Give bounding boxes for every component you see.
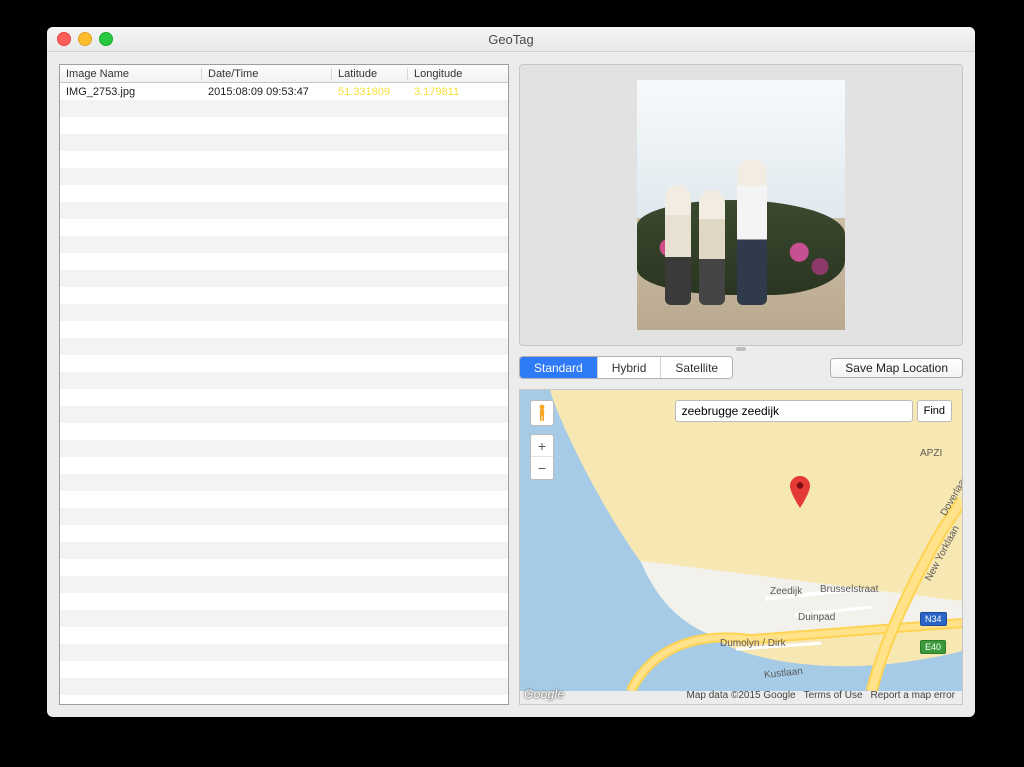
map-footer: Map data ©2015 Google Terms of Use Repor… xyxy=(683,689,958,702)
table-row[interactable] xyxy=(60,474,508,491)
table-row[interactable] xyxy=(60,559,508,576)
table-row[interactable] xyxy=(60,236,508,253)
map-search-input[interactable] xyxy=(675,400,913,422)
table-header[interactable]: Image Name Date/Time Latitude Longitude xyxy=(60,65,508,83)
zoom-icon[interactable] xyxy=(99,32,113,46)
pegman-icon[interactable] xyxy=(530,400,554,426)
table-row[interactable] xyxy=(60,627,508,644)
cell-longitude: 3.179811 xyxy=(408,86,508,98)
col-longitude[interactable]: Longitude xyxy=(408,68,508,80)
table-row[interactable] xyxy=(60,287,508,304)
table-row[interactable] xyxy=(60,678,508,695)
right-pane: Standard Hybrid Satellite Save Map Locat… xyxy=(519,64,963,705)
table-row[interactable] xyxy=(60,100,508,117)
table-row[interactable] xyxy=(60,661,508,678)
map-provider-logo: Google xyxy=(524,687,565,701)
preview-photo xyxy=(637,80,845,330)
table-row[interactable] xyxy=(60,151,508,168)
map-terms-link[interactable]: Terms of Use xyxy=(804,690,863,701)
table-row[interactable] xyxy=(60,610,508,627)
close-icon[interactable] xyxy=(57,32,71,46)
table-body[interactable]: IMG_2753.jpg2015:08:09 09:53:4751.331809… xyxy=(60,83,508,704)
col-image-name[interactable]: Image Name xyxy=(60,68,202,80)
map-type-segmented: Standard Hybrid Satellite xyxy=(519,356,733,379)
image-table[interactable]: Image Name Date/Time Latitude Longitude … xyxy=(59,64,509,705)
map-report-link[interactable]: Report a map error xyxy=(871,690,955,701)
map-label-duinpad: Duinpad xyxy=(798,612,835,623)
map-type-hybrid[interactable]: Hybrid xyxy=(598,357,662,378)
table-row[interactable] xyxy=(60,219,508,236)
table-row[interactable] xyxy=(60,338,508,355)
titlebar[interactable]: GeoTag xyxy=(47,27,975,52)
table-row[interactable] xyxy=(60,644,508,661)
table-row[interactable] xyxy=(60,508,508,525)
left-pane: Image Name Date/Time Latitude Longitude … xyxy=(59,64,509,705)
table-row[interactable] xyxy=(60,576,508,593)
table-row[interactable]: IMG_2753.jpg2015:08:09 09:53:4751.331809… xyxy=(60,83,508,100)
table-row[interactable] xyxy=(60,321,508,338)
table-row[interactable] xyxy=(60,355,508,372)
map-label-zeedijk: Zeedijk xyxy=(770,586,802,597)
cell-latitude: 51.331809 xyxy=(332,86,408,98)
table-row[interactable] xyxy=(60,270,508,287)
split-handle[interactable] xyxy=(736,347,746,351)
image-preview xyxy=(519,64,963,346)
table-row[interactable] xyxy=(60,202,508,219)
app-window: GeoTag Image Name Date/Time Latitude Lon… xyxy=(47,27,975,717)
map-attribution: Map data ©2015 Google xyxy=(686,690,795,701)
table-row[interactable] xyxy=(60,406,508,423)
col-latitude[interactable]: Latitude xyxy=(332,68,408,80)
map-find-button[interactable]: Find xyxy=(917,400,952,422)
table-row[interactable] xyxy=(60,185,508,202)
cell-date-time: 2015:08:09 09:53:47 xyxy=(202,86,332,98)
table-row[interactable] xyxy=(60,457,508,474)
window-controls xyxy=(47,32,113,46)
zoom-control: + − xyxy=(530,434,554,480)
map-controls-row: Standard Hybrid Satellite Save Map Locat… xyxy=(519,356,963,379)
minimize-icon[interactable] xyxy=(78,32,92,46)
col-date-time[interactable]: Date/Time xyxy=(202,68,332,80)
map-search: Find xyxy=(675,400,952,422)
map-label-dumolyn: Dumolyn / Dirk xyxy=(720,638,786,649)
table-row[interactable] xyxy=(60,253,508,270)
table-row[interactable] xyxy=(60,423,508,440)
cell-image-name: IMG_2753.jpg xyxy=(60,86,202,98)
table-row[interactable] xyxy=(60,491,508,508)
road-badge-e40: E40 xyxy=(920,640,946,654)
table-row[interactable] xyxy=(60,304,508,321)
content-area: Image Name Date/Time Latitude Longitude … xyxy=(47,52,975,717)
table-row[interactable] xyxy=(60,542,508,559)
road-badge-n34: N34 xyxy=(920,612,947,626)
table-row[interactable] xyxy=(60,389,508,406)
map-type-satellite[interactable]: Satellite xyxy=(661,357,732,378)
table-row[interactable] xyxy=(60,372,508,389)
window-title: GeoTag xyxy=(47,32,975,47)
table-row[interactable] xyxy=(60,525,508,542)
table-row[interactable] xyxy=(60,134,508,151)
map-view[interactable]: Zeedijk Brusselstraat Duinpad Dumolyn / … xyxy=(519,389,963,705)
zoom-out-button[interactable]: − xyxy=(531,457,553,479)
zoom-in-button[interactable]: + xyxy=(531,435,553,457)
save-map-location-button[interactable]: Save Map Location xyxy=(830,358,963,378)
table-row[interactable] xyxy=(60,168,508,185)
map-label-apzi: APZI xyxy=(920,448,942,459)
table-row[interactable] xyxy=(60,117,508,134)
table-row[interactable] xyxy=(60,440,508,457)
map-label-brusselstraat: Brusselstraat xyxy=(820,584,878,595)
map-type-standard[interactable]: Standard xyxy=(520,357,598,378)
table-row[interactable] xyxy=(60,593,508,610)
